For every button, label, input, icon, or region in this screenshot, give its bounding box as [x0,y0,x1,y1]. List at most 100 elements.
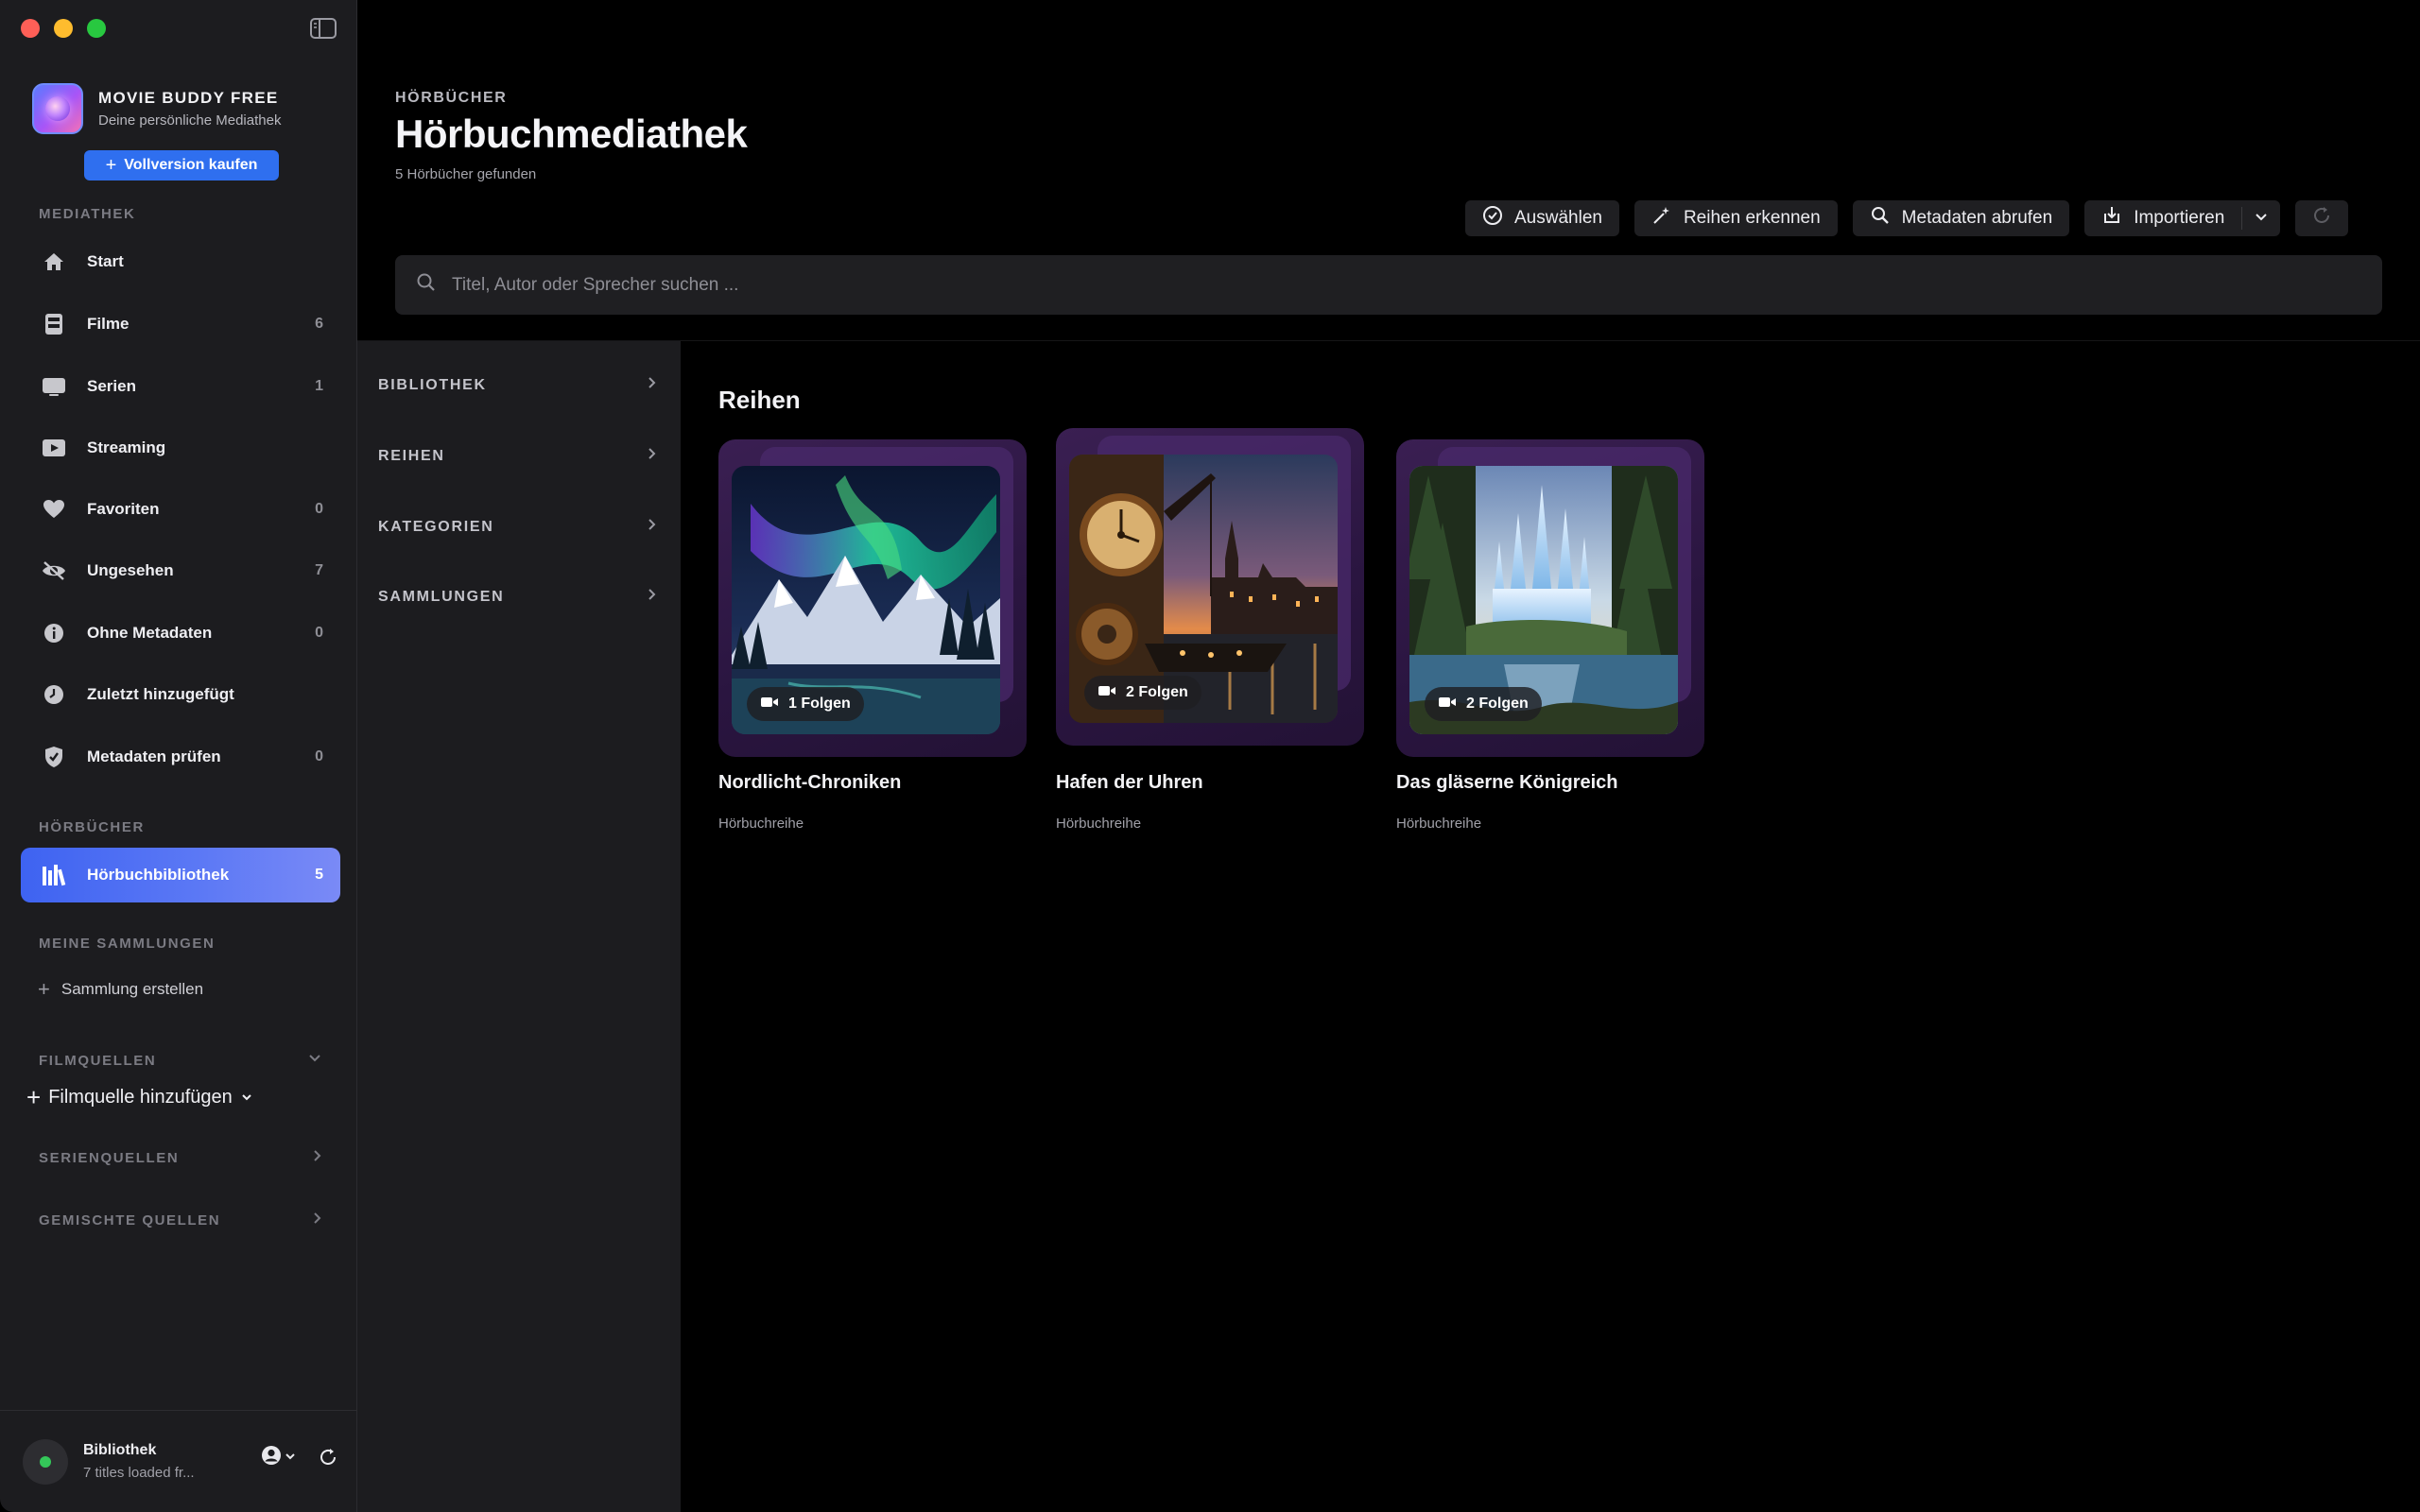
heart-icon [40,495,68,524]
chevron-down-icon [240,1087,253,1108]
result-count: 5 Hörbücher gefunden [395,166,537,182]
card-cover-frame: 2 Folgen [1396,439,1704,757]
sidebar-item-streaming[interactable]: Streaming [21,424,340,472]
video-camera-icon [760,695,779,714]
plus-icon: + [38,977,50,1001]
chevron-down-icon[interactable] [2254,208,2269,229]
sidebar-item-series[interactable]: Serien 1 [21,363,340,410]
chevron-right-icon [647,587,658,607]
sidebar-item-count: 0 [315,748,323,765]
detect-series-label: Reihen erkennen [1683,208,1821,228]
search-input[interactable] [452,274,1397,296]
app-subtitle: Deine persönliche Mediathek [98,112,282,129]
series-card[interactable]: 1 Folgen Nordlicht-Chroniken Hörbuchreih… [718,439,1027,832]
buy-full-version-button[interactable]: + Vollversion kaufen [84,150,279,180]
section-label-audiobooks: HÖRBÜCHER [39,819,145,835]
app-logo [32,83,83,134]
card-subtitle: Hörbuchreihe [1056,816,1142,832]
category-label: BIBLIOTHEK [378,376,487,393]
chevron-right-icon [647,375,658,395]
add-film-source-button[interactable]: + Filmquelle hinzufügen [26,1083,253,1112]
series-card[interactable]: 2 Folgen Hafen der Uhren Hörbuchreihe [1056,428,1364,832]
play-rectangle-icon [40,434,68,462]
series-sources-header[interactable]: SERIENQUELLEN [39,1148,322,1168]
refresh-icon [2311,205,2332,232]
category-library[interactable]: BIBLIOTHEK [378,375,658,395]
episode-count-label: 1 Folgen [788,696,851,712]
clock-icon [40,680,68,709]
section-heading: Reihen [718,386,801,414]
sidebar-item-movies[interactable]: Filme 6 [21,301,340,348]
buy-full-version-label: Vollversion kaufen [124,157,258,173]
sidebar-item-count: 6 [315,316,323,332]
minimize-window-button[interactable] [54,19,73,38]
sidebar-item-label: Metadaten prüfen [87,747,221,765]
card-subtitle: Hörbuchreihe [1396,816,1482,832]
mixed-sources-header[interactable]: GEMISCHTE QUELLEN [39,1211,322,1230]
sidebar-item-no-metadata[interactable]: Ohne Metadaten 0 [21,610,340,657]
plus-icon: + [105,155,117,176]
plus-icon: + [26,1083,42,1111]
sidebar-item-check-metadata[interactable]: Metadaten prüfen 0 [21,733,340,781]
sidebar-item-label: Zuletzt hinzugefügt [87,685,234,703]
sidebar-footer: Bibliothek 7 titles loaded fr... [0,1410,356,1512]
house-icon [40,248,68,276]
sidebar-toggle-icon[interactable] [308,15,338,42]
chevron-down-icon [307,1052,322,1069]
sidebar-item-count: 1 [315,378,323,394]
window-controls [21,19,106,38]
card-title: Das gläserne Königreich [1396,772,1618,793]
status-dot-icon [40,1455,51,1468]
card-cover-frame: 1 Folgen [718,439,1027,757]
category-label: SAMMLUNGEN [378,588,505,605]
sidebar-item-label: Filme [87,315,130,333]
import-label: Importieren [2134,208,2225,228]
shield-check-icon [40,743,68,771]
category-collections[interactable]: SAMMLUNGEN [378,587,658,607]
sidebar-item-label: Ungesehen [87,561,174,579]
episode-count-badge: 2 Folgen [1084,676,1201,710]
books-icon [40,861,68,889]
user-circle-icon [261,1445,282,1470]
sidebar-item-unwatched[interactable]: Ungesehen 7 [21,547,340,594]
sidebar-item-start[interactable]: Start [21,238,340,285]
episode-count-label: 2 Folgen [1126,684,1188,700]
section-label-mixed-sources: GEMISCHTE QUELLEN [39,1212,221,1228]
page-kicker: HÖRBÜCHER [395,90,508,106]
sidebar-item-audiobook-library[interactable]: Hörbuchbibliothek 5 [21,848,340,902]
toolbar: Auswählen Reihen erkennen Metadaten abru… [1465,200,2349,236]
import-button[interactable]: Importieren [2084,200,2281,236]
sidebar-item-count: 0 [315,625,323,641]
close-window-button[interactable] [21,19,40,38]
series-card[interactable]: 2 Folgen Das gläserne Königreich Hörbuch… [1396,439,1704,832]
info-circle-icon [40,619,68,647]
section-label-film-sources: FILMQUELLEN [39,1052,157,1069]
refresh-icon[interactable] [318,1447,338,1472]
cover-image-aurora: 1 Folgen [732,466,1000,734]
film-sources-header[interactable]: FILMQUELLEN [39,1052,322,1069]
sidebar-item-favorites[interactable]: Favoriten 0 [21,486,340,533]
film-icon [40,310,68,338]
checkmark-circle-icon [1482,205,1503,232]
library-status-indicator [23,1438,68,1485]
select-button[interactable]: Auswählen [1465,200,1619,236]
category-label: KATEGORIEN [378,518,494,535]
create-collection-button[interactable]: + Sammlung erstellen [38,977,203,1002]
app-title: MOVIE BUDDY FREE [98,89,279,107]
sidebar-item-label: Serien [87,377,136,395]
sidebar-item-label: Streaming [87,438,166,456]
refresh-button[interactable] [2295,200,2349,236]
zoom-window-button[interactable] [87,19,106,38]
cover-image-harbor: 2 Folgen [1069,455,1338,723]
import-tray-icon [2101,205,2122,232]
sidebar-item-recently-added[interactable]: Zuletzt hinzugefügt [21,671,340,718]
sidebar-item-label: Hörbuchbibliothek [87,866,230,884]
category-categories[interactable]: KATEGORIEN [378,517,658,537]
fetch-metadata-button[interactable]: Metadaten abrufen [1852,200,2070,236]
category-pane: BIBLIOTHEK REIHEN KATEGORIEN SAMMLUNGEN [357,341,681,1512]
detect-series-button[interactable]: Reihen erkennen [1634,200,1838,236]
section-label-library: MEDIATHEK [39,206,136,222]
add-film-source-label: Filmquelle hinzufügen [48,1087,233,1108]
user-menu-button[interactable] [261,1445,297,1470]
category-series[interactable]: REIHEN [378,446,658,466]
